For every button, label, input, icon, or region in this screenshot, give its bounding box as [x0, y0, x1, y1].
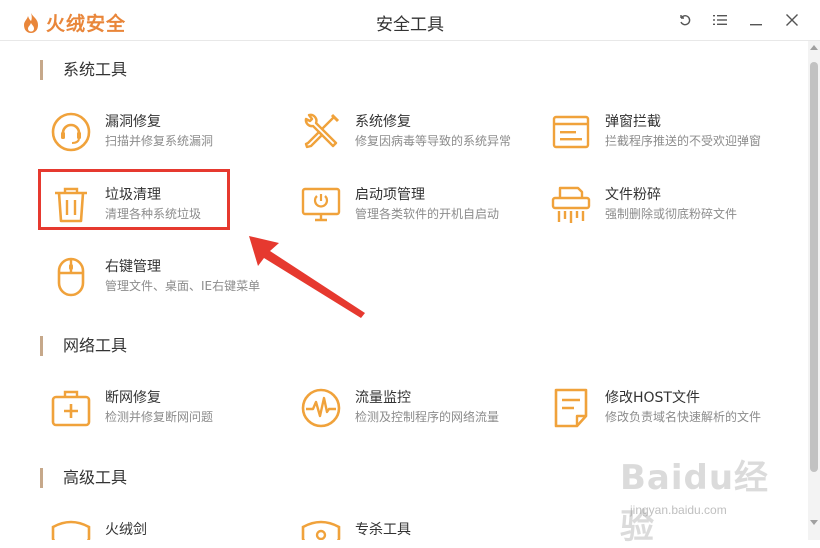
section-title-advanced: 高级工具	[40, 468, 127, 488]
popup-block-icon	[552, 115, 590, 149]
tool-name: 修改HOST文件	[605, 390, 700, 406]
tool-desc: 修改负责域名快速解析的文件	[605, 410, 762, 424]
menu-icon	[713, 15, 727, 25]
tool-system-repair[interactable]: 系统修复 修复因病毒等导致的系统异常	[300, 111, 540, 167]
minimize-button[interactable]	[746, 10, 766, 30]
tool-popup-block[interactable]: 弹窗拦截 拦截程序推送的不受欢迎弹窗	[550, 111, 790, 167]
minimize-icon	[750, 24, 762, 26]
sword-icon	[51, 520, 91, 540]
tool-name: 火绒剑	[105, 522, 147, 538]
watermark-sub: jingyan.baidu.com	[630, 503, 727, 517]
section-title-network: 网络工具	[40, 336, 127, 356]
network-repair-icon	[51, 390, 91, 427]
tool-network-repair[interactable]: 断网修复 检测并修复断网问题	[50, 387, 290, 443]
title-bar: 火绒安全 安全工具	[0, 0, 820, 41]
expert-icon	[301, 520, 341, 540]
menu-button[interactable]	[710, 10, 730, 30]
refresh-icon	[680, 15, 691, 26]
refresh-button[interactable]	[675, 10, 695, 30]
tool-name: 系统修复	[355, 114, 411, 130]
window-title: 安全工具	[376, 15, 444, 35]
tool-name: 启动项管理	[355, 187, 425, 203]
scroll-up-arrow-icon[interactable]	[810, 45, 818, 50]
tool-desc: 检测及控制程序的网络流量	[355, 410, 500, 424]
highlight-box	[38, 169, 230, 230]
watermark: Baidu经验 jingyan.baidu.com	[620, 450, 800, 547]
tool-desc: 管理各类软件的开机自启动	[355, 207, 500, 221]
tool-huorong-sword[interactable]: 火绒剑	[50, 519, 290, 540]
scrollbar-thumb[interactable]	[810, 62, 818, 472]
watermark-main: Baidu经验	[620, 458, 770, 547]
tool-desc: 修复因病毒等导致的系统异常	[355, 134, 512, 148]
scroll-down-arrow-icon[interactable]	[810, 520, 818, 525]
section-title-system: 系统工具	[40, 60, 127, 80]
close-icon	[786, 14, 798, 26]
tool-expert-kill[interactable]: 专杀工具	[300, 519, 540, 540]
tool-name: 流量监控	[355, 390, 411, 406]
wrench-icon	[304, 113, 340, 149]
mouse-icon	[57, 257, 85, 297]
tool-desc: 管理文件、桌面、IE右键菜单	[105, 279, 261, 293]
tool-desc: 强制删除或彻底粉碎文件	[605, 207, 738, 221]
tool-name: 文件粉碎	[605, 187, 661, 203]
tool-file-shredder[interactable]: 文件粉碎 强制删除或彻底粉碎文件	[550, 184, 790, 240]
tool-name: 专杀工具	[355, 522, 411, 538]
tool-name: 弹窗拦截	[605, 114, 661, 130]
tool-host-file[interactable]: 修改HOST文件 修改负责域名快速解析的文件	[550, 387, 790, 443]
tool-startup-manager[interactable]: 启动项管理 管理各类软件的开机自启动	[300, 184, 540, 240]
traffic-monitor-icon	[301, 388, 341, 428]
tool-name: 右键管理	[105, 259, 161, 275]
tool-bug-fix[interactable]: 漏洞修复 扫描并修复系统漏洞	[50, 111, 290, 167]
tool-desc: 拦截程序推送的不受欢迎弹窗	[605, 134, 762, 148]
host-file-icon	[554, 388, 588, 428]
tool-traffic-monitor[interactable]: 流量监控 检测及控制程序的网络流量	[300, 387, 540, 443]
shredder-icon	[551, 186, 591, 223]
tool-desc: 扫描并修复系统漏洞	[105, 134, 214, 148]
tool-context-menu[interactable]: 右键管理 管理文件、桌面、IE右键菜单	[50, 256, 290, 312]
close-button[interactable]	[782, 10, 802, 30]
bug-fix-icon	[51, 112, 91, 152]
startup-monitor-icon	[301, 187, 341, 222]
tool-name: 断网修复	[105, 390, 161, 406]
tool-name: 漏洞修复	[105, 114, 161, 130]
tool-desc: 检测并修复断网问题	[105, 410, 214, 424]
